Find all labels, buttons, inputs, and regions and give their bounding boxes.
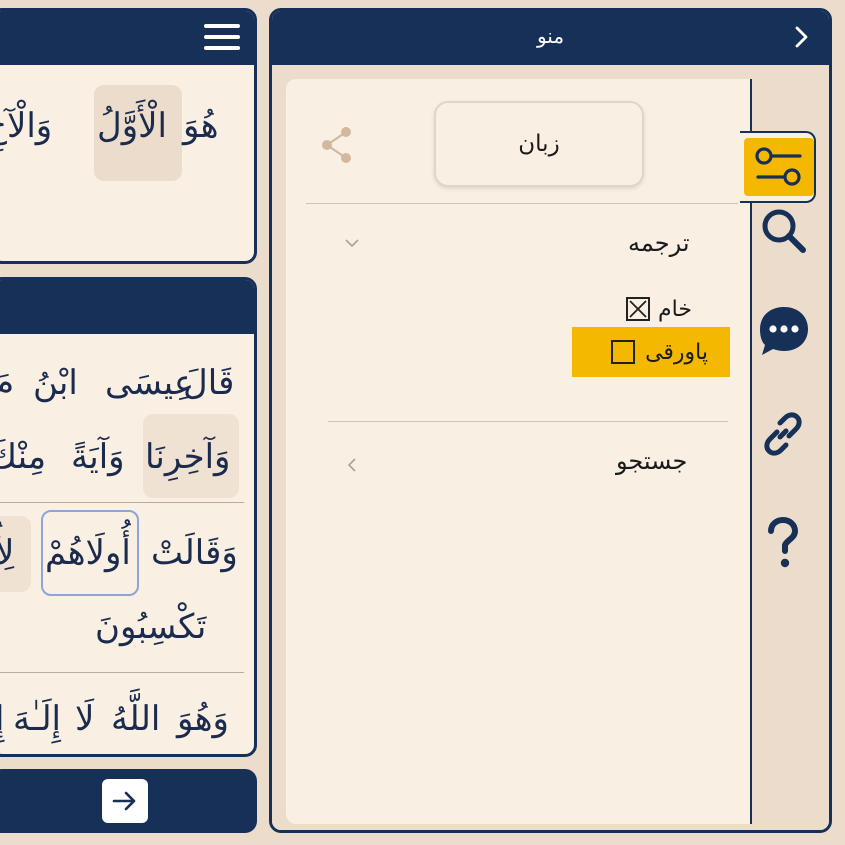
verse-word[interactable]: إِلَـٰهَ (13, 702, 61, 736)
share-icon[interactable] (318, 125, 356, 165)
link-icon[interactable] (760, 411, 806, 457)
chevron-right-icon[interactable] (789, 25, 813, 49)
chat-bubble-icon[interactable] (756, 303, 812, 359)
checkbox-unchecked[interactable] (611, 340, 636, 364)
panel-header (0, 280, 254, 334)
verse-word[interactable]: ابْنُ (33, 366, 78, 400)
divider (306, 203, 738, 204)
next-button[interactable] (102, 779, 148, 823)
verse-panel-middle: قَالَ عِيسَى ابْنُ مَ وَآخِرِنَا وَآيَةً… (0, 277, 257, 757)
translation-section-title[interactable]: ترجمه (628, 229, 690, 257)
verse-word[interactable]: مِنْكَ (0, 440, 46, 474)
arrow-right-icon (112, 791, 136, 811)
verse-word[interactable]: لِأُ (0, 536, 14, 570)
verse-word[interactable]: وَقَالَتْ (151, 536, 238, 570)
verse-separator (0, 502, 244, 503)
menu-title: منو (536, 24, 565, 48)
verse-word[interactable]: وَآيَةً (71, 440, 125, 474)
verse-word[interactable]: وَالْآخِ (0, 109, 52, 143)
search-icon[interactable] (758, 205, 810, 257)
verse-word-highlighted[interactable]: الْأَوَّلُ (97, 109, 167, 143)
verse-word[interactable]: عِيسَى (105, 366, 194, 400)
checkmark-x-icon (629, 300, 647, 318)
reader-header (0, 11, 254, 65)
verse-word[interactable]: إِ (0, 702, 4, 736)
divider (328, 421, 728, 422)
verse-word[interactable]: لَا (75, 702, 94, 736)
verse-word-highlighted[interactable]: وَآخِرِنَا (145, 440, 230, 474)
chevron-down-icon[interactable] (344, 237, 360, 249)
verse-word-selected[interactable]: أُولَاهُمْ (45, 536, 131, 570)
verse-word[interactable]: وَهُوَ (177, 702, 229, 736)
verse-word[interactable]: تَكْسِبُونَ (95, 610, 206, 644)
verse-word[interactable]: اللَّهُ (111, 702, 160, 736)
verse-separator (0, 672, 244, 673)
option-raw-label: خام (658, 296, 692, 322)
help-icon[interactable] (766, 517, 800, 571)
search-section-title[interactable]: جستجو (616, 447, 687, 475)
verse-word[interactable]: مَ (0, 366, 14, 400)
option-footnote-label: پاورقی (645, 339, 708, 365)
option-footnote[interactable]: پاورقی (572, 327, 730, 377)
option-raw[interactable]: خام (626, 293, 692, 325)
language-button[interactable]: زبان (434, 101, 644, 187)
checkbox-checked[interactable] (626, 297, 650, 321)
menu-content: زبان ترجمه خام پاورقی جستجو (286, 79, 752, 824)
chevron-left-icon[interactable] (346, 457, 358, 473)
menu-panel: منو زبان ترجمه خام پاورقی جستجو (269, 8, 832, 833)
hamburger-menu-icon[interactable] (204, 24, 240, 50)
reader-footer (0, 769, 257, 833)
verse-panel-top: هُوَ الْأَوَّلُ وَالْآخِ (0, 8, 257, 264)
verse-word[interactable]: هُوَ (183, 109, 219, 143)
filter-icon[interactable] (744, 138, 814, 196)
menu-body: زبان ترجمه خام پاورقی جستجو (272, 65, 829, 830)
menu-header: منو (272, 11, 829, 65)
